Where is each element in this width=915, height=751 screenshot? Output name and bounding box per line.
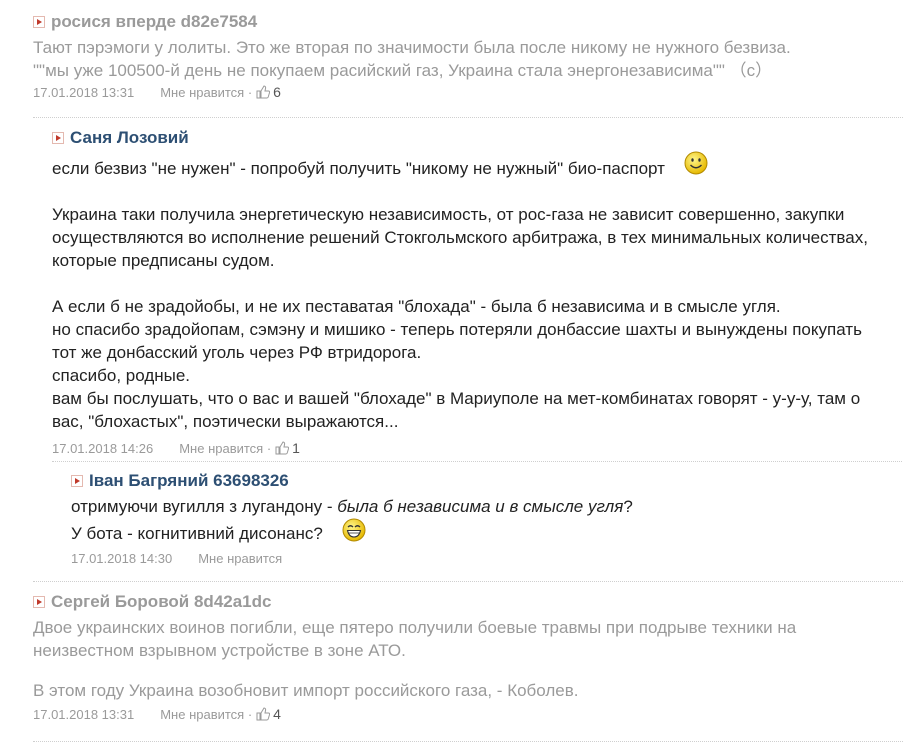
thumbs-up-icon[interactable] (256, 85, 271, 99)
comment-line: спасибо, родные. (52, 366, 191, 385)
comment-line: Украина таки получила энергетическую нез… (52, 205, 845, 224)
comment-line: осуществляются во исполнение решений Сто… (52, 228, 868, 247)
like-count: 1 (292, 440, 300, 456)
expand-arrow-icon[interactable] (52, 132, 64, 144)
comment-meta: 17.01.2018 13:31 Мне нравится · 6 (33, 84, 903, 100)
comment-header: Сергей Боровой 8d42a1dc (33, 592, 903, 612)
comment-author[interactable]: росися вперде d82e7584 (51, 12, 257, 32)
comment-line: В этом году Украина возобновит импорт ро… (33, 681, 579, 700)
comment-author[interactable]: Сергей Боровой 8d42a1dc (51, 592, 271, 612)
comment-line: У бота - когнитивний дисонанс? (71, 518, 901, 545)
comment-paragraph: Украина таки получила энергетическую нез… (52, 203, 902, 272)
comment-4: Сергей Боровой 8d42a1dc Двое украинских … (33, 592, 903, 722)
comment-paragraph: А если б не зрадойобы, и не их пеставата… (52, 295, 902, 433)
comment-header: Саня Лозовий (52, 128, 902, 148)
comment-line: которые предписаны судом. (52, 251, 275, 270)
comment-meta: 17.01.2018 14:30 Мне нравится (71, 551, 901, 566)
thumbs-up-icon[interactable] (256, 707, 271, 721)
comment-3: Іван Багряний 63698326 отримуючи вугилля… (71, 471, 901, 566)
comment-meta: 17.01.2018 14:26 Мне нравится · 1 (52, 440, 902, 456)
comment-text: Двое украинских воинов погибли, еще пяте… (33, 616, 903, 702)
comment-line: Двое украинских воинов погибли, еще пяте… (33, 618, 797, 637)
comment-header: Іван Багряний 63698326 (71, 471, 901, 491)
comment-author[interactable]: Іван Багряний 63698326 (89, 471, 289, 491)
comment-line: ""мы уже 100500-й день не покупаем расий… (33, 61, 773, 80)
expand-arrow-icon[interactable] (33, 596, 45, 608)
comment-meta: 17.01.2018 13:31 Мне нравится · 4 (33, 706, 903, 722)
divider (33, 741, 903, 742)
comment-line: тот же донбасский уголь через РФ втридор… (52, 343, 422, 362)
divider (52, 461, 902, 462)
comment-date: 17.01.2018 14:26 (52, 440, 154, 456)
like-button[interactable]: Мне нравится · (160, 707, 252, 722)
comment-date: 17.01.2018 14:30 (71, 551, 173, 566)
divider (33, 581, 903, 582)
comment-author[interactable]: Саня Лозовий (70, 128, 189, 148)
comment-header: росися вперде d82e7584 (33, 12, 903, 32)
comment-text: Тают пэрэмоги у лолиты. Это же вторая по… (33, 36, 903, 82)
comment-line-text: ? (623, 497, 633, 516)
comment-line: вам бы послушать, что о вас и вашей "бло… (52, 389, 861, 408)
comment-line: отримуючи вугилля з лугандону - была б н… (71, 495, 901, 518)
comment-line: если безвиз "не нужен" - попробуй получи… (52, 151, 902, 180)
comment-line: неизвестном взрывном устройстве в зоне А… (33, 641, 406, 660)
like-count: 6 (273, 84, 281, 100)
comment-line: но спасибо зрадойопам, сэмэну и мишико -… (52, 320, 862, 339)
expand-arrow-icon[interactable] (33, 16, 45, 28)
comment-line-text: если безвиз "не нужен" - попробуй получи… (52, 159, 665, 178)
like-button[interactable]: Мне нравится · (179, 441, 271, 456)
comment-line: вас, "блохастых", поэтически выражаются.… (52, 412, 399, 431)
like-count: 4 (273, 706, 281, 722)
comment-line-text: У бота - когнитивний дисонанс? (71, 524, 323, 543)
quoted-text: была б независима и в смысле угля (337, 497, 624, 516)
like-button[interactable]: Мне нравится · (160, 85, 252, 100)
comment-2: Саня Лозовий если безвиз "не нужен" - по… (52, 128, 902, 456)
like-button[interactable]: Мне нравится (198, 551, 282, 566)
divider (33, 117, 903, 118)
comment-text: отримуючи вугилля з лугандону - была б н… (71, 495, 901, 545)
grinning-smiley-icon (342, 518, 366, 542)
comment-line-text: отримуючи вугилля з лугандону - (71, 497, 338, 516)
comment-text: если безвиз "не нужен" - попробуй получи… (52, 151, 902, 433)
comment-line: А если б не зрадойобы, и не их пеставата… (52, 297, 781, 316)
comment-line: Тают пэрэмоги у лолиты. Это же вторая по… (33, 38, 791, 57)
thumbs-up-icon[interactable] (275, 441, 290, 455)
comment-1: росися вперде d82e7584 Тают пэрэмоги у л… (33, 12, 903, 100)
expand-arrow-icon[interactable] (71, 475, 83, 487)
comment-date: 17.01.2018 13:31 (33, 84, 135, 100)
comment-date: 17.01.2018 13:31 (33, 706, 135, 722)
smiley-icon (684, 151, 708, 175)
